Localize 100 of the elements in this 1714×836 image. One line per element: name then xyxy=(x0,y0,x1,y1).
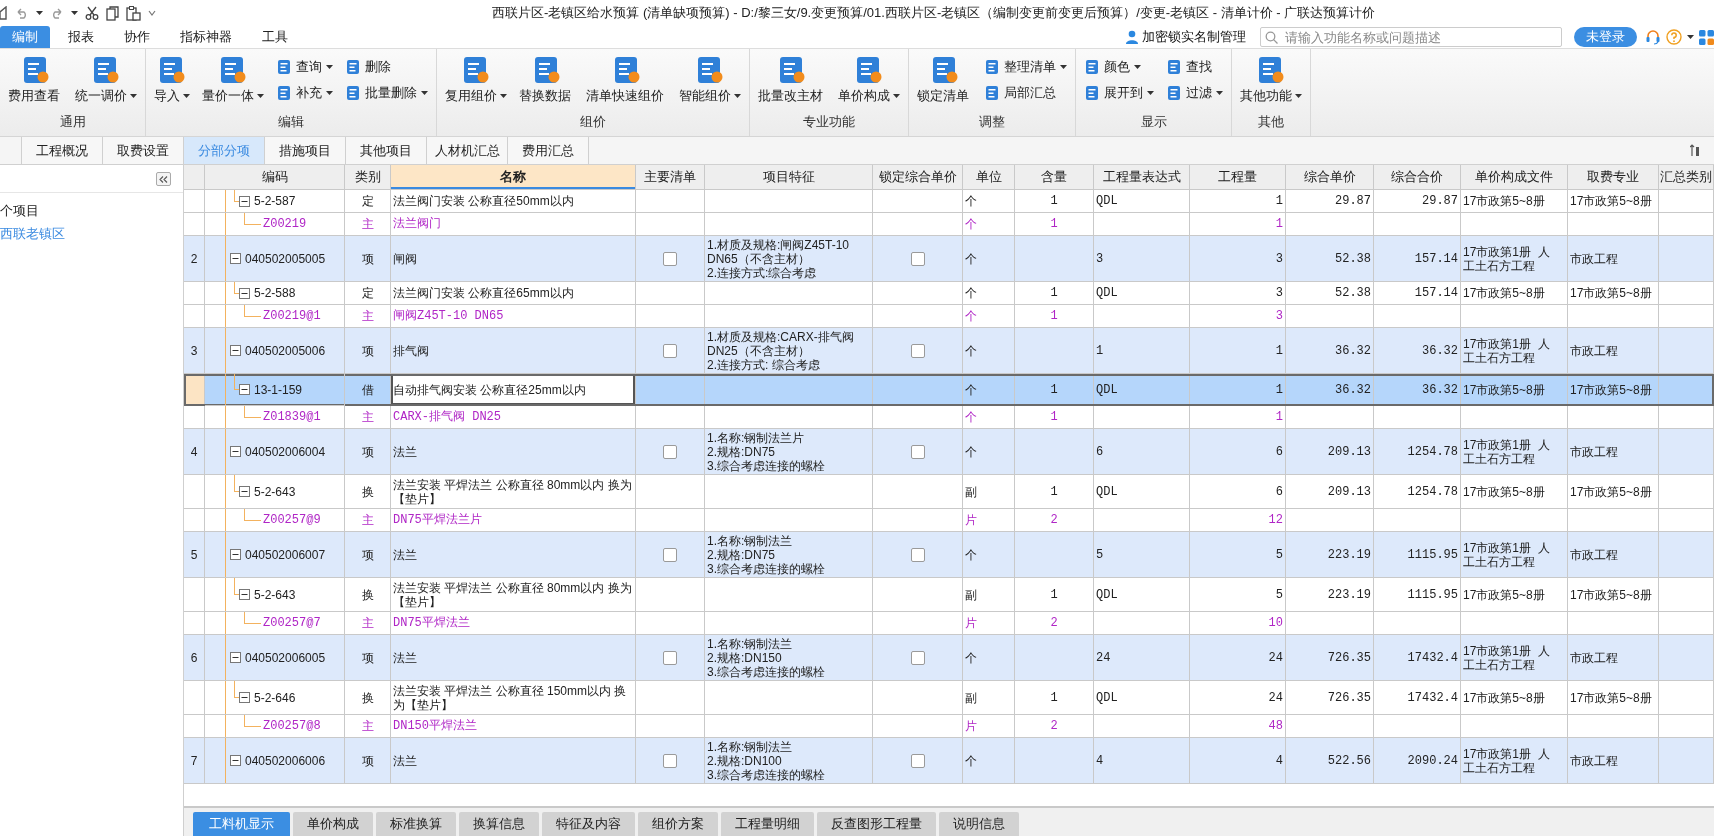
checkbox[interactable] xyxy=(910,444,925,459)
grid-icon[interactable] xyxy=(1699,29,1714,45)
ribbon-button[interactable]: 智能组价 xyxy=(677,53,743,107)
column-header[interactable]: 项目特征 xyxy=(705,165,873,190)
collapse-icon[interactable] xyxy=(230,755,241,766)
column-header[interactable]: 综合合价 xyxy=(1374,165,1461,190)
collapse-icon[interactable] xyxy=(239,486,250,497)
ribbon-button[interactable]: 查询 xyxy=(274,56,335,78)
column-header[interactable]: 含量 xyxy=(1015,165,1094,190)
menu-tab[interactable]: 协作 xyxy=(112,26,162,48)
checkbox[interactable] xyxy=(663,444,677,459)
bottom-tab[interactable]: 工程量明细 xyxy=(721,812,814,836)
ribbon-button[interactable]: 替换数据 xyxy=(517,53,576,107)
bottom-tab[interactable]: 说明信息 xyxy=(939,812,1019,836)
collapse-icon[interactable] xyxy=(230,345,241,356)
column-header[interactable]: 名称 xyxy=(391,165,636,190)
bottom-tab[interactable]: 组价方案 xyxy=(638,812,718,836)
ribbon-button[interactable]: 复用组价 xyxy=(443,53,509,107)
document-icon xyxy=(345,85,361,101)
collapse-icon[interactable] xyxy=(239,195,250,207)
table-row[interactable]: 5-2-643 换 法兰安装 平焊法兰 公称直径 80mm以内 换为【垫片】 副 1 QDL 6 209.13 1254.78 17市政第5~8册 17市政第5~8册 xyxy=(184,475,1714,509)
ribbon-button[interactable]: 单价构成 xyxy=(836,53,902,107)
ribbon-button[interactable]: 锁定清单 xyxy=(915,53,974,107)
lock-manager-button[interactable]: 加密锁实名制管理 xyxy=(1125,28,1246,46)
column-header[interactable]: 编码 xyxy=(205,165,345,190)
column-header[interactable]: 单价构成文件 xyxy=(1461,165,1568,190)
ribbon-button[interactable]: 局部汇总 xyxy=(982,82,1069,104)
document-icon xyxy=(612,55,641,84)
checkbox[interactable] xyxy=(663,650,677,665)
table-cell: 726.35 xyxy=(1286,681,1374,715)
menu-tab[interactable]: 工具 xyxy=(250,26,300,48)
column-header[interactable]: 综合单价 xyxy=(1286,165,1374,190)
item-code: 040502005005 xyxy=(245,251,326,266)
column-header[interactable]: 主要清单 xyxy=(636,165,705,190)
ribbon-button[interactable]: 统一调价 xyxy=(73,53,139,107)
menu-tab[interactable]: 报表 xyxy=(56,26,106,48)
table-cell: 726.35 xyxy=(1286,635,1374,681)
column-header[interactable]: 工程量 xyxy=(1190,165,1286,190)
headset-icon[interactable] xyxy=(1645,29,1661,45)
ribbon-button[interactable]: 其他功能 xyxy=(1238,53,1304,107)
checkbox[interactable] xyxy=(910,650,925,665)
bottom-tab[interactable]: 换算信息 xyxy=(459,812,539,836)
ribbon-button[interactable]: 费用查看 xyxy=(6,53,65,107)
column-header[interactable]: 工程量表达式 xyxy=(1094,165,1190,190)
table-cell: 17市政第5~8册 xyxy=(1568,190,1659,213)
ribbon-button[interactable]: 清单快速组价 xyxy=(584,53,669,107)
bottom-tab[interactable]: 单价构成 xyxy=(293,812,373,836)
help-icon[interactable] xyxy=(1666,29,1682,45)
ribbon-button[interactable]: 过滤 xyxy=(1164,82,1225,104)
sort-icon[interactable] xyxy=(1690,144,1700,157)
checkbox[interactable] xyxy=(910,753,925,768)
checkbox[interactable] xyxy=(663,753,677,768)
bottom-tab[interactable]: 标准换算 xyxy=(376,812,456,836)
table-row[interactable]: 5-2-587 定 法兰阀门安装 公称直径50mm以内 个 1 QDL 1 29.87 29.87 17市政第5~8册 17市政第5~8册 xyxy=(184,190,1714,213)
table-cell: 1 xyxy=(1015,374,1094,406)
checkbox[interactable] xyxy=(663,547,677,562)
table-cell: 1.名称:钢制法兰片 2.规格:DN75 3.综合考虑连接的螺栓 xyxy=(705,429,873,475)
bottom-tab[interactable]: 特征及内容 xyxy=(542,812,635,836)
document-icon xyxy=(984,59,1000,75)
ribbon-button[interactable]: 整理清单 xyxy=(982,56,1069,78)
ribbon-button[interactable]: 删除 xyxy=(343,56,430,78)
table-row[interactable]: 13-1-159 借 自动排气阀安装 公称直径25mm以内 个 1 QDL 1 36.32 36.32 17市政第5~8册 17市政第5~8册 xyxy=(184,374,1714,406)
collapse-icon[interactable] xyxy=(239,589,250,600)
ribbon-button[interactable]: 批量改主材 xyxy=(756,53,828,107)
table-row[interactable]: 5-2-643 换 法兰安装 平焊法兰 公称直径 80mm以内 换为【垫片】 副 1 QDL 5 223.19 1115.95 17市政第5~8册 17市政第5~8册 xyxy=(184,578,1714,612)
search-field[interactable]: 请输入功能名称或问题描述 xyxy=(1260,27,1562,47)
collapse-icon[interactable] xyxy=(239,384,250,395)
checkbox[interactable] xyxy=(910,251,925,266)
tree-item[interactable]: 个项目 xyxy=(0,199,183,222)
table-row[interactable]: 5-2-646 换 法兰安装 平焊法兰 公称直径 150mm以内 换为【垫片】 副 1 QDL 24 726.35 17432.4 17市政第5~8册 17市政第5~8册 xyxy=(184,681,1714,715)
ribbon-button[interactable]: 展开到 xyxy=(1082,82,1156,104)
checkbox[interactable] xyxy=(910,547,925,562)
table-cell: 个 xyxy=(963,429,1015,475)
menu-tab[interactable]: 指标神器 xyxy=(168,26,244,48)
ribbon-button[interactable]: 查找 xyxy=(1164,56,1225,78)
tree-item[interactable]: 西联老镇区 xyxy=(0,222,183,245)
collapse-icon[interactable] xyxy=(230,652,241,663)
table-cell: 法兰阀门安装 公称直径50mm以内 xyxy=(391,190,636,213)
checkbox[interactable] xyxy=(663,251,677,266)
checkbox[interactable] xyxy=(663,343,677,358)
table-row[interactable]: 5-2-588 定 法兰阀门安装 公称直径65mm以内 个 1 QDL 3 52.38 157.14 17市政第5~8册 17市政第5~8册 xyxy=(184,282,1714,305)
ribbon-button[interactable]: 补充 xyxy=(274,82,335,104)
column-header[interactable]: 取费专业 xyxy=(1568,165,1659,190)
collapse-icon[interactable] xyxy=(230,446,241,457)
column-header[interactable]: 类别 xyxy=(345,165,391,190)
checkbox[interactable] xyxy=(910,343,925,358)
column-header[interactable]: 汇总类别 xyxy=(1659,165,1714,190)
collapse-icon[interactable] xyxy=(230,253,241,264)
bottom-tab[interactable]: 反查图形工程量 xyxy=(817,812,936,836)
ribbon-button[interactable]: 颜色 xyxy=(1082,56,1156,78)
collapse-icon[interactable] xyxy=(239,692,250,703)
collapse-icon[interactable] xyxy=(230,549,241,560)
column-header[interactable]: 单位 xyxy=(963,165,1015,190)
ribbon-button[interactable]: 批量删除 xyxy=(343,82,430,104)
item-code: 5-2-587 xyxy=(254,194,296,208)
ribbon-button[interactable]: 量价一体 xyxy=(200,53,266,107)
collapse-button[interactable] xyxy=(156,172,171,186)
column-header[interactable]: 锁定综合单价 xyxy=(873,165,963,190)
collapse-icon[interactable] xyxy=(239,287,250,299)
ribbon-button[interactable]: 导入 xyxy=(152,53,192,107)
